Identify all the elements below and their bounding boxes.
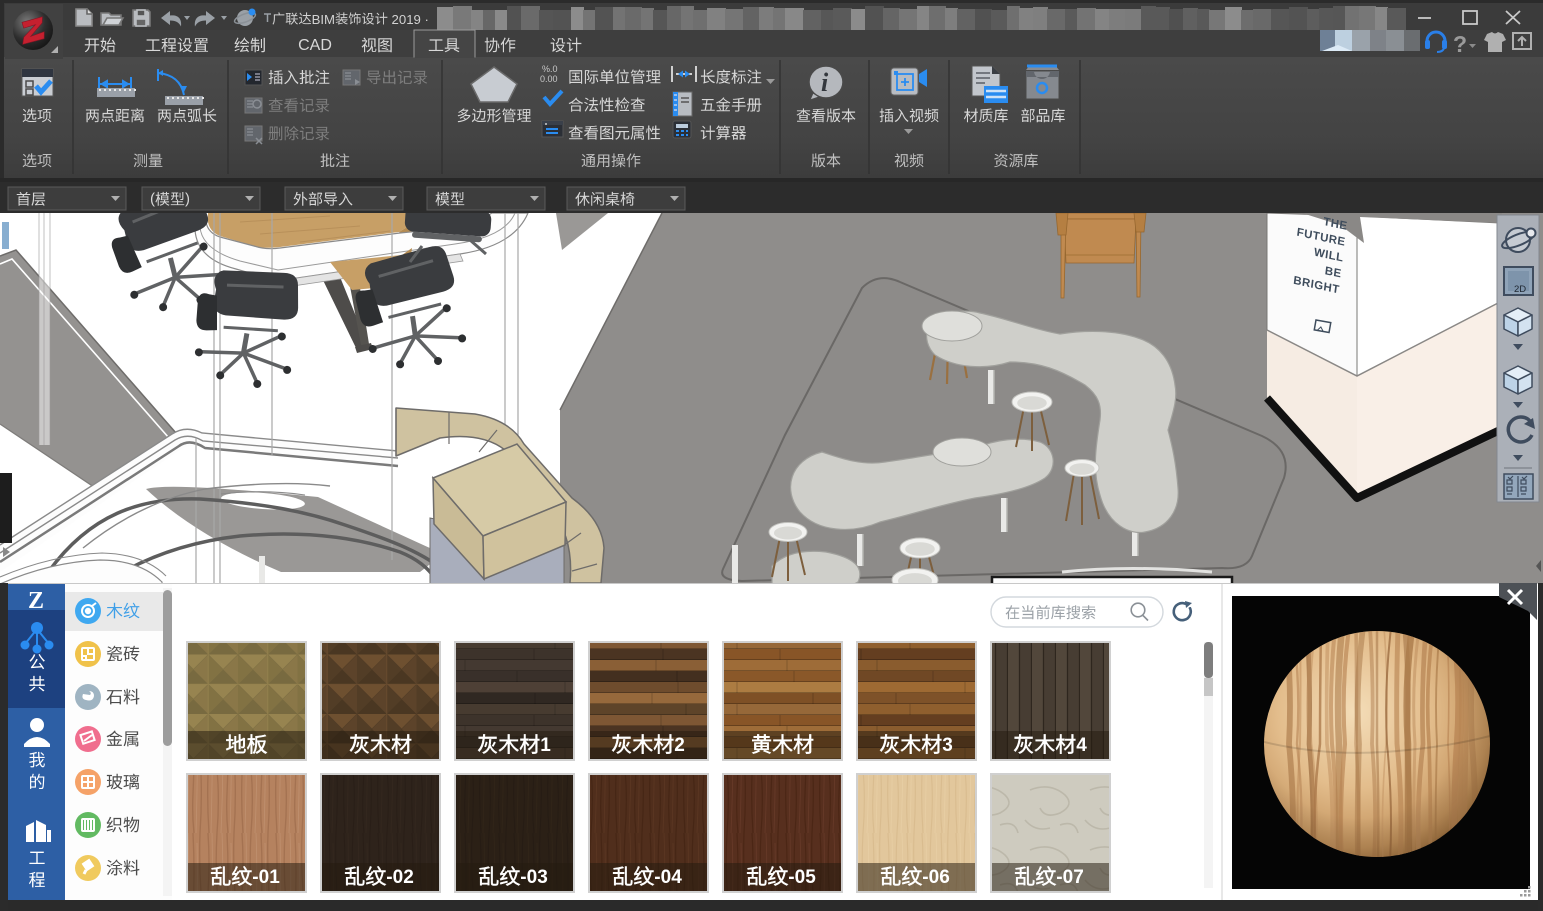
svg-text:): ) [185, 191, 190, 208]
svg-text:-05: -05 [788, 867, 816, 888]
svg-text:2: 2 [674, 735, 685, 756]
svg-text:2D: 2D [1514, 284, 1526, 295]
svg-text:0.00: 0.00 [540, 74, 558, 84]
svg-text:CAD: CAD [298, 37, 332, 54]
svg-text:Z: Z [28, 588, 44, 614]
svg-text:%.0: %.0 [542, 64, 558, 74]
svg-text:-07: -07 [1056, 867, 1083, 888]
svg-text:BIM: BIM [312, 12, 335, 27]
svg-text:-02: -02 [386, 867, 413, 888]
svg-text:(: ( [150, 191, 155, 208]
svg-text:1: 1 [540, 735, 551, 756]
svg-text:-03: -03 [520, 867, 547, 888]
svg-text:i: i [821, 68, 829, 97]
svg-text:?: ? [1453, 31, 1467, 57]
svg-text:3: 3 [942, 735, 953, 756]
svg-text:2019 ·: 2019 · [388, 12, 429, 27]
svg-text:-04: -04 [654, 867, 682, 888]
svg-text:-01: -01 [252, 867, 280, 888]
svg-text:-06: -06 [922, 867, 949, 888]
svg-text:4: 4 [1076, 735, 1087, 756]
